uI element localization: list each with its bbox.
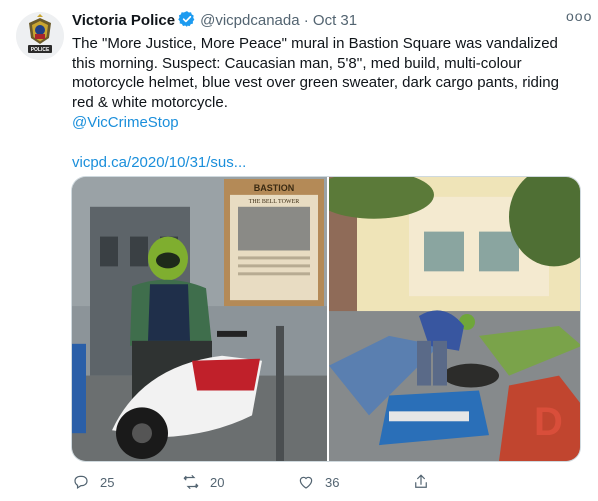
display-name[interactable]: Victoria Police <box>72 12 175 29</box>
poster-heading: THE BELL TOWER <box>249 199 299 205</box>
svg-text:D: D <box>534 400 563 444</box>
header-separator: · <box>303 12 309 29</box>
reply-icon <box>74 475 88 489</box>
more-options-icon[interactable]: ooo <box>566 8 592 28</box>
like-button[interactable]: 36 <box>297 470 339 494</box>
photo-suspect-motorcycle[interactable]: BASTION THE BELL TOWER <box>72 177 327 461</box>
sign-title: BASTION <box>254 183 294 193</box>
media-grid: BASTION THE BELL TOWER D <box>71 176 581 462</box>
verified-badge-icon <box>178 10 196 34</box>
police-badge-logo: POLICE <box>16 12 64 60</box>
tweet-text: The "More Justice, More Peace" mural in … <box>72 34 582 172</box>
like-count: 36 <box>325 474 340 490</box>
url-link[interactable]: vicpd.ca/2020/10/31/sus... <box>72 154 246 171</box>
photo-vandalized-mural[interactable]: D <box>329 177 580 461</box>
avatar[interactable]: POLICE <box>16 12 64 60</box>
retweet-count: 20 <box>210 474 225 490</box>
heart-icon <box>299 476 313 489</box>
share-icon <box>415 474 427 488</box>
tweet-date[interactable]: Oct 31 <box>313 12 357 29</box>
tweet-header: Victoria Police @vicpdcanada · Oct 31 <box>72 10 584 30</box>
badge-text: POLICE <box>31 47 50 53</box>
reply-button[interactable]: 25 <box>72 470 114 494</box>
tweet-body: The "More Justice, More Peace" mural in … <box>72 35 559 112</box>
handle[interactable]: @vicpdcanada <box>200 12 299 29</box>
reply-count: 25 <box>100 474 115 490</box>
mention-link[interactable]: @VicCrimeStop <box>72 114 179 131</box>
action-bar: 25 20 36 <box>72 470 532 494</box>
tweet: POLICE Victoria Police @vicpdcanada · Oct… <box>0 0 598 501</box>
retweet-icon <box>183 475 199 489</box>
retweet-button[interactable]: 20 <box>182 470 224 494</box>
share-button[interactable] <box>412 470 440 494</box>
